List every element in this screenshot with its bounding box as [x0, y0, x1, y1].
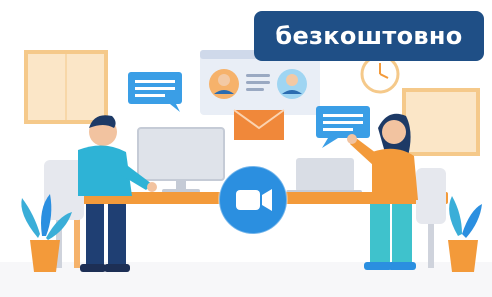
envelope-icon: [233, 109, 285, 140]
wall-picture-right: [402, 88, 480, 156]
chat-bubble-icon: [128, 72, 182, 112]
clock-icon: [360, 54, 400, 94]
chat-bubble-icon: [316, 106, 370, 148]
wall-picture-left: [24, 50, 108, 124]
video-camera-icon[interactable]: [218, 165, 288, 235]
plant-icon: [448, 196, 482, 272]
laptop-icon: [286, 158, 362, 195]
video-conference-illustration: безкоштовно: [0, 0, 492, 297]
free-badge: безкоштовно: [254, 11, 484, 61]
